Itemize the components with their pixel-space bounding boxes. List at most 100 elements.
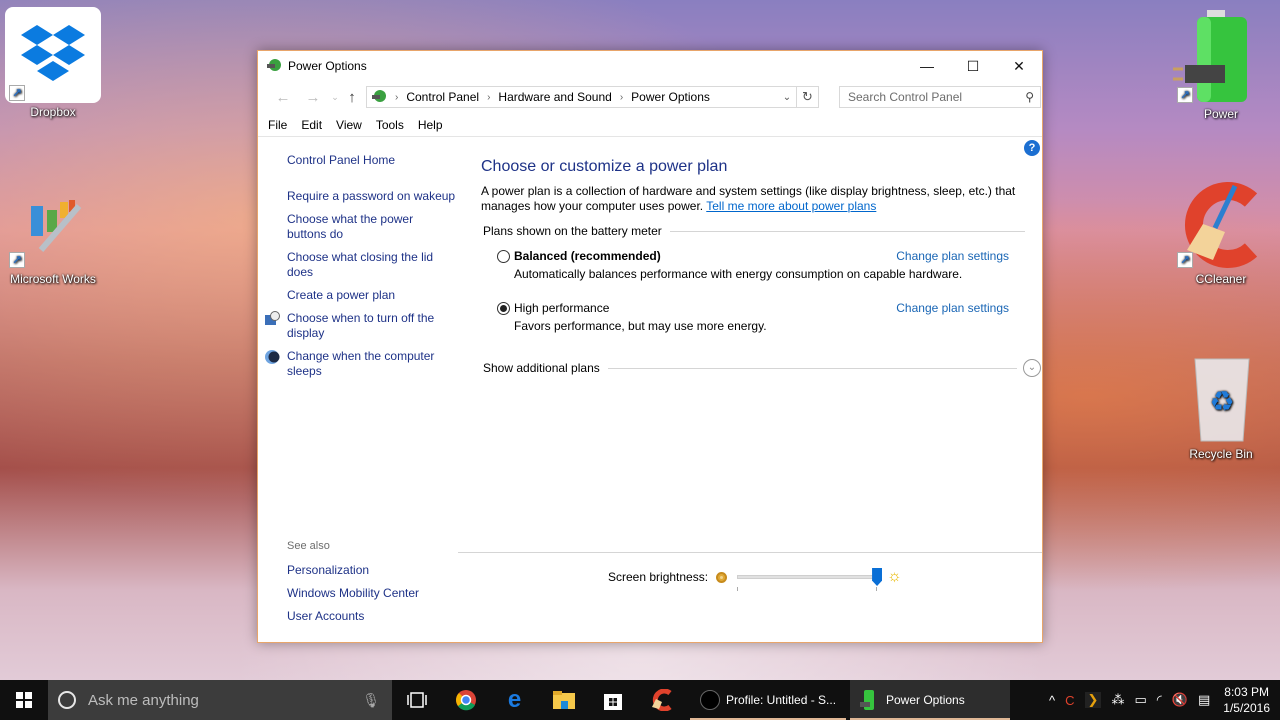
search-input[interactable]: Search Control Panel ⚲	[839, 86, 1041, 108]
start-button[interactable]	[0, 680, 48, 720]
file-explorer-icon	[552, 691, 575, 709]
taskbar-app-obs-profile[interactable]: Profile: Untitled - S...	[690, 680, 846, 720]
chrome-icon	[455, 690, 476, 711]
menu-help[interactable]: Help	[418, 118, 443, 132]
desktop-icon-power[interactable]: ↗ Power	[1173, 5, 1269, 121]
change-plan-settings-link[interactable]: Change plan settings	[896, 301, 1009, 315]
plan-description: Automatically balances performance with …	[514, 267, 963, 281]
breadcrumb-separator-icon: ›	[619, 91, 624, 103]
close-button[interactable]: ✕	[996, 51, 1042, 81]
cortana-placeholder: Ask me anything	[88, 691, 199, 709]
windows-logo-icon	[16, 692, 32, 708]
forward-button[interactable]: →	[298, 89, 328, 106]
taskbar-edge[interactable]: e	[490, 680, 539, 720]
task-view-button[interactable]	[392, 680, 441, 720]
bright-brightness-icon: ☼	[887, 568, 902, 585]
breadcrumb-separator-icon: ›	[395, 91, 399, 103]
power-options-app-icon	[266, 57, 282, 76]
breadcrumb-control-panel[interactable]: Control Panel	[406, 90, 479, 104]
minimize-button[interactable]: —	[904, 51, 950, 81]
action-center-icon[interactable]: ▤	[1198, 692, 1210, 708]
microphone-icon[interactable]: 🎙	[362, 692, 380, 709]
taskbar: Ask me anything 🎙 e Profile: Untitled - …	[0, 680, 1280, 720]
desktop-icon-ccleaner[interactable]: ↗ CCleaner	[1173, 180, 1269, 286]
recent-locations-button[interactable]: ⌄	[328, 92, 342, 103]
desktop-icon-microsoft-works[interactable]: ↗ Microsoft Works	[5, 180, 101, 286]
search-icon[interactable]: ⚲	[1025, 90, 1034, 104]
divider	[669, 230, 1025, 232]
menu-edit[interactable]: Edit	[301, 118, 322, 132]
brightness-slider[interactable]	[737, 567, 883, 591]
desktop-icon-label: Dropbox	[30, 105, 76, 119]
desktop-icon-dropbox[interactable]: ↗ Dropbox	[5, 7, 101, 119]
plan-name[interactable]: High performance	[514, 301, 609, 315]
show-hidden-icons-button[interactable]: ^	[1049, 693, 1055, 708]
taskbar-ccleaner[interactable]	[637, 680, 686, 720]
ccleaner-tray-icon[interactable]: C	[1065, 693, 1074, 708]
turn-off-display-link[interactable]: Choose when to turn off the display	[287, 311, 442, 341]
slider-thumb[interactable]	[872, 568, 883, 586]
menu-view[interactable]: View	[336, 118, 362, 132]
user-accounts-link[interactable]: User Accounts	[287, 609, 457, 624]
breadcrumb-hardware-and-sound[interactable]: Hardware and Sound	[498, 90, 611, 104]
require-password-link[interactable]: Require a password on wakeup	[287, 189, 457, 204]
battery-plugged-tray-icon[interactable]: ▭	[1134, 692, 1146, 708]
power-buttons-link[interactable]: Choose what the power buttons do	[287, 212, 427, 242]
taskbar-store[interactable]	[588, 680, 637, 720]
maximize-button[interactable]: ☐	[950, 51, 996, 81]
address-dropdown-icon[interactable]: ⌄	[778, 92, 796, 103]
expand-chevron-icon[interactable]: ⌄	[1023, 359, 1041, 377]
control-panel-home-link[interactable]: Control Panel Home	[287, 153, 457, 168]
plex-tray-icon[interactable]: ❯	[1084, 692, 1102, 708]
dim-brightness-icon	[716, 571, 728, 583]
menu-file[interactable]: File	[268, 118, 287, 132]
task-pane: Control Panel Home Require a password on…	[258, 137, 458, 643]
create-power-plan-link[interactable]: Create a power plan	[287, 288, 457, 303]
clock[interactable]: 8:03 PM 1/5/2016	[1223, 684, 1270, 716]
back-button[interactable]: ←	[268, 89, 298, 106]
taskbar-chrome[interactable]	[441, 680, 490, 720]
refresh-button[interactable]: ↻	[797, 86, 819, 108]
shortcut-arrow-icon: ↗	[1177, 87, 1193, 103]
plan-description: Favors performance, but may use more ene…	[514, 319, 767, 333]
closing-lid-link[interactable]: Choose what closing the lid does	[287, 250, 442, 280]
balanced-radio[interactable]	[497, 249, 510, 263]
plan-name[interactable]: Balanced (recommended)	[514, 249, 661, 263]
recycle-bin-icon: ♻	[1173, 355, 1269, 445]
desktop-icon-label: Recycle Bin	[1189, 447, 1253, 461]
desktop-icon-label: Microsoft Works	[10, 272, 96, 286]
cortana-icon	[58, 691, 76, 709]
help-icon[interactable]: ?	[1024, 140, 1040, 156]
computer-sleeps-link[interactable]: Change when the computer sleeps	[287, 349, 442, 379]
cortana-search-box[interactable]: Ask me anything 🎙	[48, 680, 392, 720]
mobility-center-link[interactable]: Windows Mobility Center	[287, 586, 457, 601]
dropbox-sync-tray-icon[interactable]: ⁂	[1111, 692, 1124, 708]
taskbar-file-explorer[interactable]	[539, 680, 588, 720]
breadcrumb-power-options[interactable]: Power Options	[631, 90, 710, 104]
personalization-link[interactable]: Personalization	[287, 563, 457, 578]
slider-tick	[737, 587, 739, 591]
slider-track[interactable]	[737, 575, 878, 579]
show-additional-plans-label[interactable]: Show additional plans	[483, 361, 600, 375]
address-bar[interactable]: › Control Panel › Hardware and Sound › P…	[366, 86, 797, 108]
clock-date: 1/5/2016	[1223, 701, 1270, 715]
up-button[interactable]: ↑	[342, 89, 362, 106]
additional-plans-header[interactable]: Show additional plans ⌄	[483, 359, 1041, 377]
shortcut-arrow-icon: ↗	[9, 85, 25, 101]
wifi-tray-icon[interactable]: ◜	[1157, 692, 1162, 708]
high-performance-radio[interactable]	[497, 301, 510, 315]
taskbar-app-power-options[interactable]: Power Options	[850, 680, 1010, 720]
desktop-icon-recycle-bin[interactable]: ♻ Recycle Bin	[1173, 355, 1269, 461]
control-panel-icon	[371, 88, 387, 107]
slider-tick	[876, 587, 878, 591]
learn-more-link[interactable]: Tell me more about power plans	[706, 199, 876, 213]
menu-tools[interactable]: Tools	[376, 118, 404, 132]
shortcut-arrow-icon: ↗	[9, 252, 25, 268]
microsoft-works-icon: ↗	[5, 180, 101, 270]
display-timer-icon	[264, 311, 280, 327]
plan-balanced: Balanced (recommended) Change plan setti…	[497, 249, 1009, 281]
menu-bar: File Edit View Tools Help	[258, 113, 1042, 137]
volume-muted-tray-icon[interactable]: 🔇	[1172, 692, 1188, 708]
title-bar[interactable]: Power Options — ☐ ✕	[258, 51, 1042, 81]
change-plan-settings-link[interactable]: Change plan settings	[896, 249, 1009, 263]
